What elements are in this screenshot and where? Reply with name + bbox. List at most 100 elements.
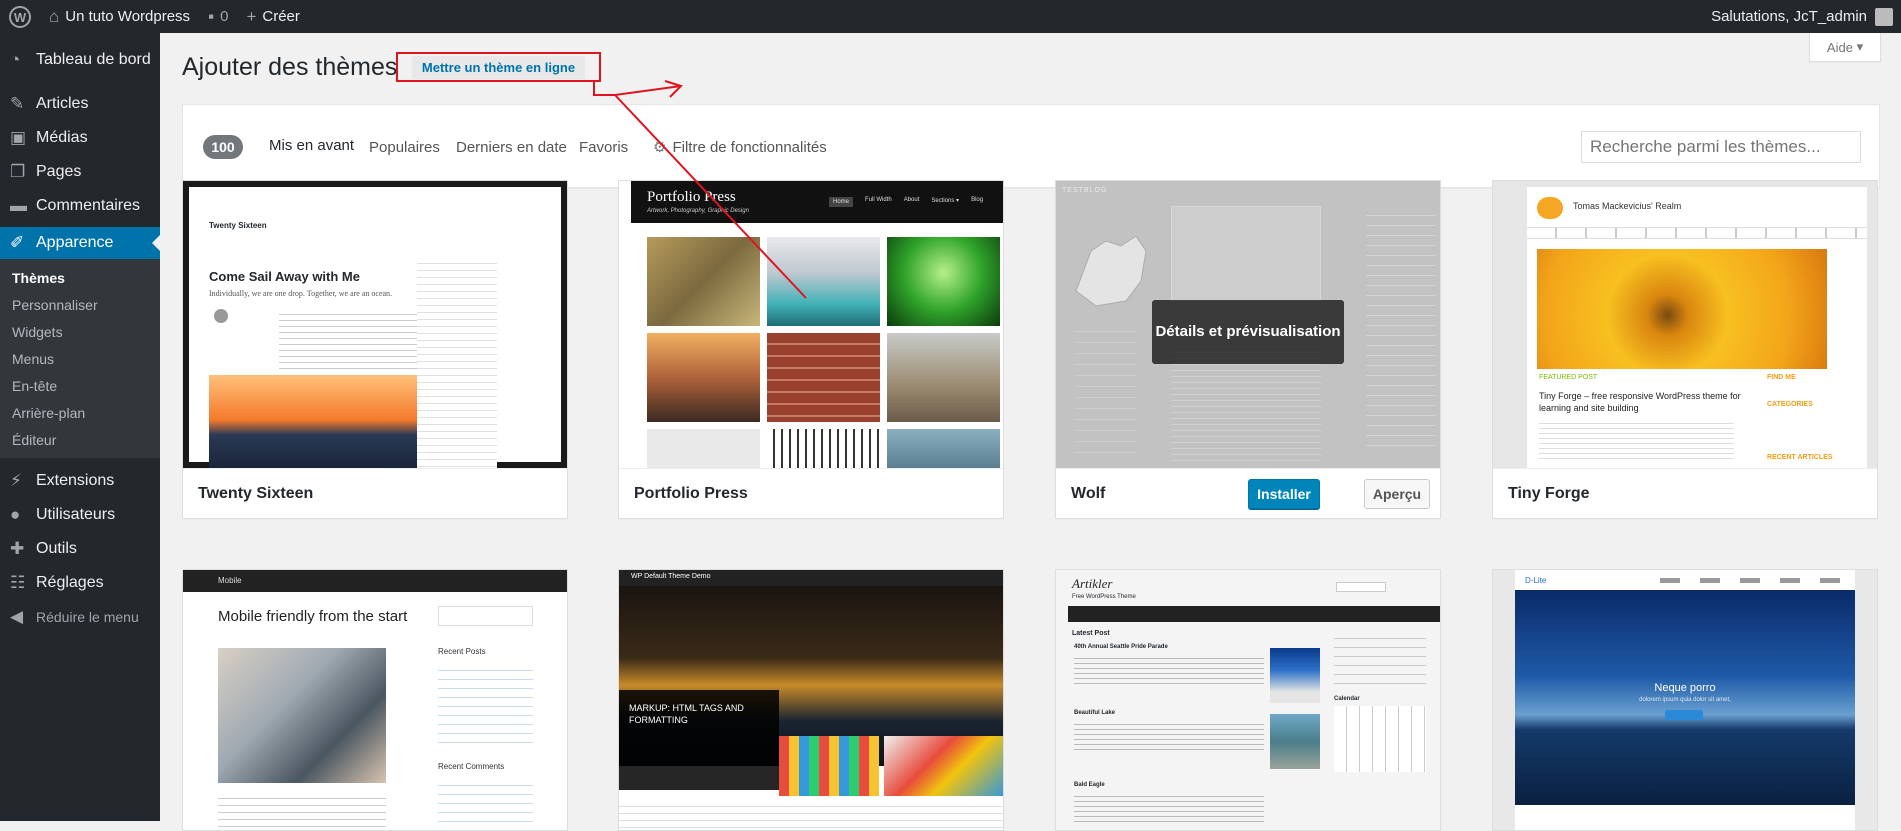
shot-categories: CATEGORIES	[1767, 401, 1813, 408]
wordpress-icon: W	[9, 5, 31, 28]
menu-plugins[interactable]: ⚡ Extensions	[0, 464, 160, 498]
comments-link[interactable]: ▪ 0	[199, 0, 237, 33]
menu-label: Articles	[36, 95, 89, 112]
theme-card-d-lite[interactable]: D-Lite Neque porro dolorem ipsum quia do…	[1492, 569, 1878, 831]
menu-label: Commentaires	[36, 197, 141, 214]
shot-nav-item: Blog	[971, 197, 984, 203]
main-content: Aide ▾ Ajouter des thèmes Mettre un thèm…	[160, 33, 1901, 831]
tab-featured[interactable]: Mis en avant	[269, 105, 355, 189]
install-label: Installer	[1257, 486, 1311, 502]
details-preview-button[interactable]: Détails et prévisualisation	[1152, 300, 1344, 364]
comments-count: 0	[220, 8, 229, 25]
author-avatar	[214, 309, 228, 323]
artikler-text	[1074, 654, 1264, 684]
upload-theme-button[interactable]: Mettre un thème en ligne	[396, 52, 601, 82]
theme-screenshot: Tomas Mackevicius' Realm FEATURED POST T…	[1493, 181, 1877, 468]
menu-media[interactable]: ▣ Médias	[0, 121, 160, 155]
menu-label: Réglages	[36, 574, 104, 591]
preview-button[interactable]: Aperçu	[1364, 479, 1430, 509]
theme-card-tiny-forge[interactable]: Tomas Mackevicius' Realm FEATURED POST T…	[1492, 180, 1878, 519]
submenu-header[interactable]: En-tête	[0, 373, 160, 400]
bee-image	[1537, 249, 1827, 369]
theme-search-input[interactable]	[1581, 131, 1861, 163]
shot-site-title: Mobile	[218, 576, 242, 585]
install-button[interactable]: Installer	[1248, 479, 1320, 509]
shot-post-title: Mobile friendly from the start	[218, 608, 408, 625]
shot-post1: 40th Annual Seattle Pride Parade	[1074, 644, 1168, 650]
tab-favorites[interactable]: Favoris	[579, 105, 628, 189]
plus-icon: +	[246, 6, 257, 26]
my-account-link[interactable]: Salutations, JcT_admin	[1702, 0, 1901, 33]
menu-comments[interactable]: ▬ Commentaires	[0, 189, 160, 223]
tab-latest[interactable]: Derniers en date	[456, 105, 567, 189]
admin-bar: W ⌂ Un tuto Wordpress ▪ 0 + Créer Saluta…	[0, 0, 1901, 33]
submenu-menus[interactable]: Menus	[0, 346, 160, 373]
menu-appearance[interactable]: ✐ Apparence	[0, 227, 160, 259]
theme-card-portfolio-press[interactable]: Portfolio Press Artwork, Photography, Gr…	[618, 180, 1004, 519]
collapse-menu-button[interactable]: ◀ Réduire le menu	[0, 600, 160, 634]
menu-dashboard[interactable]: ◔ Tableau de bord	[0, 43, 160, 77]
home-icon: ⌂	[49, 6, 60, 26]
sidebar-lines	[417, 257, 497, 468]
new-content-link[interactable]: + Créer	[237, 0, 308, 33]
wordpress-logo-button[interactable]: W	[0, 0, 40, 33]
feature-filter-button[interactable]: ⚙ Filtre de fonctionnalités	[653, 105, 827, 189]
pencils-image	[779, 736, 879, 796]
shot-subtitle: Free WordPress Theme	[1072, 594, 1136, 600]
menu-label: Utilisateurs	[36, 506, 116, 523]
menu-articles[interactable]: ✎ Articles	[0, 87, 160, 121]
theme-screenshot: WP Default Theme Demo MARKUP: HTML TAGS …	[619, 570, 1003, 830]
submenu-editor[interactable]: Éditeur	[0, 427, 160, 454]
menu-label: Extensions	[36, 472, 115, 489]
pin-icon: ✎	[10, 94, 25, 113]
theme-card-wolf[interactable]: TESTBLOG Détails et prévisualisation Wol…	[1055, 180, 1441, 519]
shot-site-title: D-Lite	[1525, 576, 1547, 585]
submenu-customize[interactable]: Personnaliser	[0, 292, 160, 319]
page-title: Ajouter des thèmes	[182, 53, 398, 81]
theme-card-wp-default[interactable]: WP Default Theme Demo MARKUP: HTML TAGS …	[618, 569, 1004, 831]
menu-tools[interactable]: ✚ Outils	[0, 532, 160, 566]
theme-card-twenty-sixteen[interactable]: Twenty Sixteen Come Sail Away with Me In…	[182, 180, 568, 519]
help-button[interactable]: Aide ▾	[1809, 33, 1881, 62]
menu-settings[interactable]: ☷ Réglages	[0, 566, 160, 600]
preview-label: Aperçu	[1372, 486, 1422, 502]
caret-down-icon: ▾	[1856, 39, 1864, 54]
theme-name-bar: Wolf Installer Aperçu	[1056, 468, 1440, 518]
shot-post2: Beautiful Lake	[1074, 710, 1116, 716]
tinyforge-nav	[1527, 227, 1867, 239]
read-more-button	[1665, 710, 1703, 720]
mobile-text	[218, 792, 386, 830]
photo-thumb	[767, 237, 880, 326]
theme-filter-bar: 100 Mis en avant Populaires Derniers en …	[182, 104, 1880, 189]
appearance-icon: ✐	[10, 233, 25, 252]
shot-nav-item: Home	[829, 197, 854, 207]
theme-card-mobile[interactable]: Mobile Mobile friendly from the start Re…	[182, 569, 568, 831]
photo-thumb	[887, 429, 1000, 468]
theme-card-artikler[interactable]: Artikler Free WordPress Theme Latest Pos…	[1055, 569, 1441, 831]
tools-icon: ✚	[10, 539, 25, 558]
admin-menu: ◔ Tableau de bord ✎ Articles ▣ Médias ❐ Page…	[0, 33, 160, 821]
details-preview-label: Détails et prévisualisation	[1155, 323, 1341, 340]
menu-users[interactable]: ● Utilisateurs	[0, 498, 160, 532]
artikler-nav	[1068, 606, 1440, 622]
media-icon: ▣	[10, 128, 27, 147]
submenu-themes[interactable]: Thèmes	[0, 265, 160, 292]
submenu-widgets[interactable]: Widgets	[0, 319, 160, 346]
pages-icon: ❐	[10, 162, 26, 181]
parade-image	[1270, 648, 1320, 703]
shot-featured: FEATURED POST	[1539, 374, 1598, 381]
shot-site-title: WP Default Theme Demo	[631, 573, 711, 580]
theme-name: Wolf	[1071, 484, 1106, 502]
theme-screenshot: Artikler Free WordPress Theme Latest Pos…	[1056, 570, 1440, 830]
comment-icon: ▪	[208, 6, 215, 26]
tinyforge-logo	[1537, 197, 1563, 219]
wpdefault-text	[619, 800, 1003, 830]
theme-screenshot: D-Lite Neque porro dolorem ipsum quia do…	[1493, 570, 1877, 830]
site-name-link[interactable]: ⌂ Un tuto Wordpress	[40, 0, 199, 33]
submenu-background[interactable]: Arrière-plan	[0, 400, 160, 427]
menu-pages[interactable]: ❐ Pages	[0, 155, 160, 189]
shot-search-box	[438, 606, 533, 626]
shot-post-title: Tiny Forge – free responsive WordPress t…	[1539, 391, 1741, 413]
tab-popular[interactable]: Populaires	[369, 105, 440, 189]
crayons-image	[884, 736, 1003, 796]
